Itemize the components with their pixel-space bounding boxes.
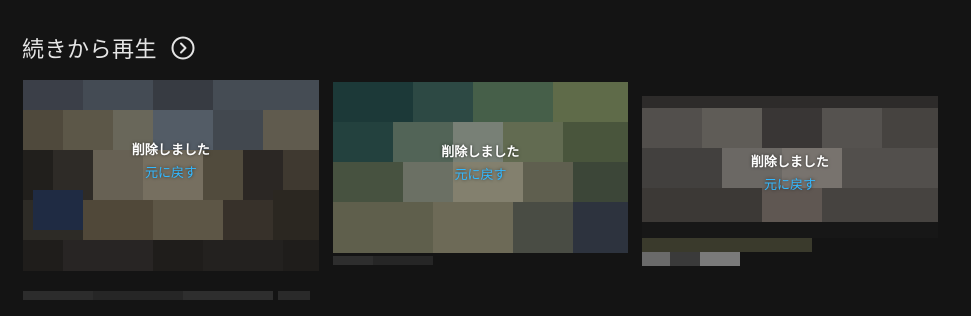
removed-overlay: 削除しました 元に戻す (23, 80, 319, 240)
undo-link[interactable]: 元に戻す (145, 162, 197, 181)
undo-link[interactable]: 元に戻す (454, 164, 506, 183)
undo-link[interactable]: 元に戻す (764, 174, 816, 193)
row-header: 続きから再生 (22, 32, 195, 64)
removed-overlay: 削除しました 元に戻す (642, 96, 938, 238)
chevron-right-circle-icon[interactable] (171, 36, 195, 60)
card-metadata (642, 238, 812, 266)
row-title: 続きから再生 (22, 38, 158, 63)
title-card[interactable]: 削除しました 元に戻す (642, 96, 938, 238)
removed-label: 削除しました (750, 155, 829, 170)
removed-label: 削除しました (131, 143, 210, 158)
title-card[interactable]: 削除しました 元に戻す (23, 80, 319, 271)
card-metadata (333, 253, 433, 265)
continue-watching-row: 続きから再生 削除しました 元に戻す 削除しました 元に戻す 削除しました 元に… (0, 0, 971, 316)
card-metadata (23, 288, 310, 300)
removed-overlay: 削除しました 元に戻す (333, 82, 628, 242)
title-card[interactable]: 削除しました 元に戻す (333, 82, 628, 253)
removed-label: 削除しました (441, 145, 520, 160)
